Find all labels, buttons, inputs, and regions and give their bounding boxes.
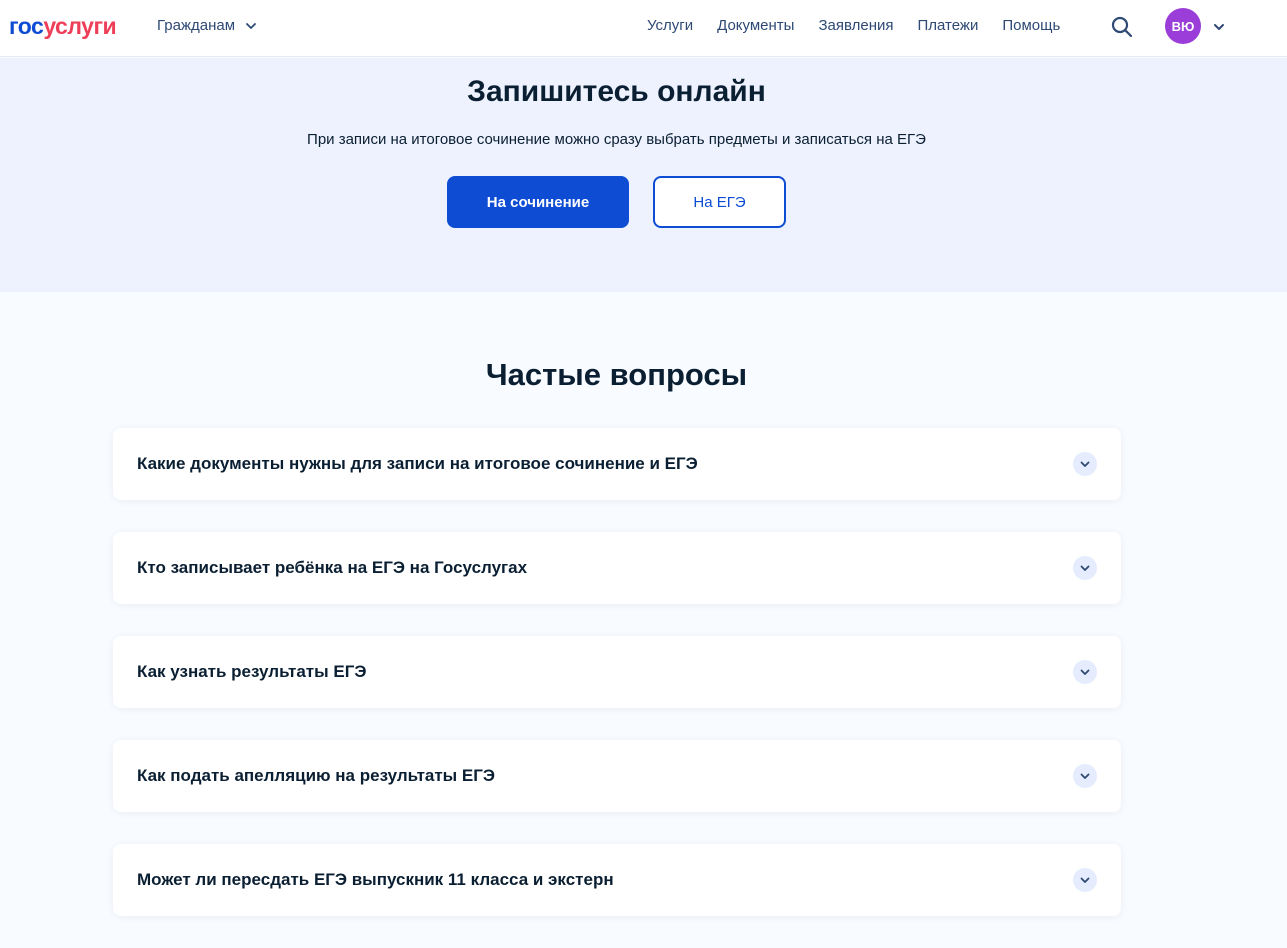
top-navigation: Услуги Документы Заявления Платежи Помощ… (647, 17, 1084, 34)
faq-item[interactable]: Как узнать результаты ЕГЭ (113, 636, 1121, 708)
promo-subtitle: При записи на итоговое сочинение можно с… (307, 131, 926, 148)
chevron-down-icon[interactable] (1212, 20, 1226, 34)
search-icon[interactable] (1110, 15, 1134, 39)
logo-part-uslugi: услуги (43, 13, 117, 39)
logo-part-gos: гос (9, 13, 44, 39)
chevron-down-icon[interactable] (1073, 764, 1097, 788)
faq-question: Какие документы нужны для записи на итог… (137, 454, 698, 473)
user-avatar[interactable]: ВЮ (1165, 8, 1201, 44)
citizen-menu-label: Гражданам (157, 17, 236, 34)
nav-item-documents[interactable]: Документы (717, 17, 794, 34)
promo-title: Запишитесь онлайн (467, 75, 766, 108)
essay-signup-button[interactable]: На сочинение (447, 176, 629, 228)
faq-item[interactable]: Кто записывает ребёнка на ЕГЭ на Госуслу… (113, 532, 1121, 604)
nav-item-help[interactable]: Помощь (1002, 17, 1060, 34)
nav-item-applications[interactable]: Заявления (818, 17, 893, 34)
chevron-down-icon[interactable] (1073, 556, 1097, 580)
chevron-down-icon[interactable] (1073, 452, 1097, 476)
nav-item-services[interactable]: Услуги (647, 17, 693, 34)
faq-question: Как подать апелляцию на результаты ЕГЭ (137, 766, 495, 785)
citizen-menu-dropdown[interactable]: Гражданам (157, 17, 257, 34)
faq-question: Кто записывает ребёнка на ЕГЭ на Госуслу… (137, 558, 528, 577)
faq-list: Какие документы нужны для записи на итог… (113, 428, 1121, 948)
signup-promo-section: Запишитесь онлайн При записи на итоговое… (0, 58, 1287, 292)
ege-signup-button[interactable]: На ЕГЭ (653, 176, 786, 228)
site-header: госуслуги Гражданам Услуги Документы Зая… (0, 0, 1287, 57)
faq-question: Может ли пересдать ЕГЭ выпускник 11 клас… (137, 870, 614, 889)
faq-item[interactable]: Может ли пересдать ЕГЭ выпускник 11 клас… (113, 844, 1121, 916)
chevron-down-icon[interactable] (1073, 660, 1097, 684)
faq-item[interactable]: Как подать апелляцию на результаты ЕГЭ (113, 740, 1121, 812)
nav-item-payments[interactable]: Платежи (918, 17, 979, 34)
faq-item[interactable]: Какие документы нужны для записи на итог… (113, 428, 1121, 500)
faq-title: Частые вопросы (485, 357, 748, 392)
faq-question: Как узнать результаты ЕГЭ (137, 662, 367, 681)
chevron-down-icon[interactable] (1073, 868, 1097, 892)
gosuslugi-logo[interactable]: госуслуги (9, 13, 117, 39)
chevron-down-icon (245, 20, 257, 32)
